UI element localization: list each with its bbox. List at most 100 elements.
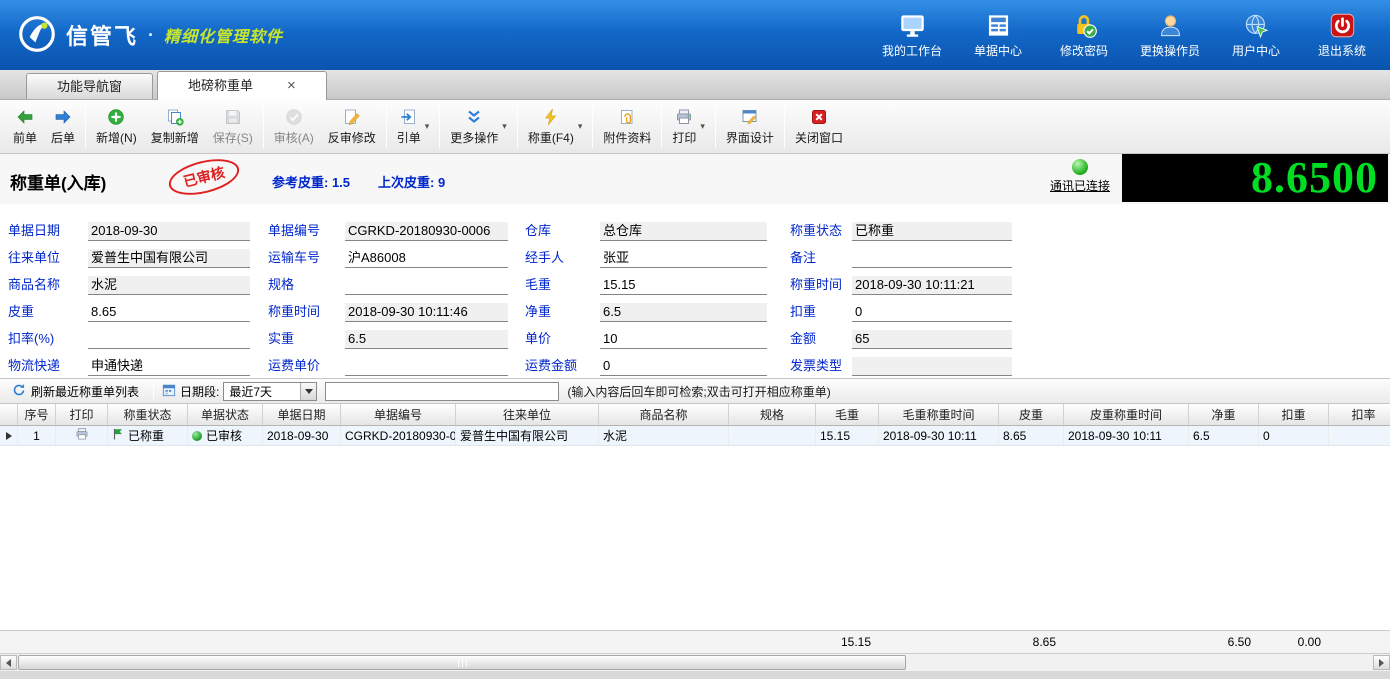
column-header-doc-date[interactable]: 单据日期 (263, 404, 341, 425)
gross-weight-field[interactable]: 15.15 (600, 276, 767, 295)
prev-doc-button[interactable]: 前单 (6, 104, 44, 149)
refresh-icon (12, 383, 26, 400)
dropdown-arrow-icon: ▾ (577, 121, 583, 131)
deduct-rate-field[interactable] (88, 330, 250, 349)
tab-weighbridge-label: 地磅称重单 (188, 78, 254, 93)
tab-weighbridge[interactable]: 地磅称重单 × (157, 71, 327, 100)
column-header-product[interactable]: 商品名称 (599, 404, 729, 425)
tab-bar: 功能导航窗 地磅称重单 × (0, 70, 1390, 100)
summary-deduct: 0.00 (1297, 635, 1321, 649)
copy-icon (166, 107, 184, 126)
document-title: 称重单(入库) (10, 174, 107, 193)
deduct-weight-field[interactable]: 0 (852, 303, 1012, 322)
cell-partner: 爱普生中国有限公司 (456, 426, 599, 445)
pull-doc-button[interactable]: 引单 ▾ (390, 104, 437, 149)
unit-price-field[interactable]: 10 (600, 330, 767, 349)
print-label: 打印 (672, 131, 697, 145)
ui-design-label: 界面设计 (725, 131, 774, 145)
product-field: 水泥 (88, 276, 250, 295)
title-bar: 信管飞 · 精细化管理软件 我的工作台 单据中心 修改密码 更换操作员 用户中心… (0, 0, 1390, 70)
warehouse-field: 总仓库 (600, 222, 767, 241)
next-doc-label: 后单 (51, 131, 76, 145)
weigh-status-text: 已称重 (128, 429, 165, 443)
change-password-button[interactable]: 修改密码 (1052, 11, 1116, 59)
column-header-partner[interactable]: 往来单位 (456, 404, 599, 425)
listbar-separator (153, 383, 155, 399)
logistics-field[interactable]: 申通快递 (88, 357, 250, 376)
column-header-weigh-status[interactable]: 称重状态 (108, 404, 188, 425)
document-center-label: 单据中心 (973, 44, 1022, 58)
scroll-left-button[interactable] (0, 655, 17, 670)
copy-new-button[interactable]: 复制新增 (144, 104, 206, 149)
column-header-net[interactable]: 净重 (1189, 404, 1259, 425)
field-label: 金额 (790, 331, 817, 346)
cell-doc-no: CGRKD-20180930-0006 (341, 426, 456, 445)
partner-field: 爱普生中国有限公司 (88, 249, 250, 268)
column-header-tare[interactable]: 皮重 (999, 404, 1064, 425)
column-header-spec[interactable]: 规格 (729, 404, 816, 425)
row-printer-icon[interactable] (75, 427, 89, 444)
date-range-select[interactable]: 最近7天 (223, 381, 318, 401)
field-label: 扣率(%) (8, 331, 55, 346)
unaudit-modify-button[interactable]: 反审修改 (321, 104, 383, 149)
field-label: 发票类型 (790, 358, 843, 373)
table-row[interactable]: 1 已称重 已审核 2018-09-30 CGRKD-20180930-0 爱普… (0, 426, 1390, 446)
print-button[interactable]: 打印 ▾ (665, 104, 712, 149)
switch-operator-button[interactable]: 更换操作员 (1138, 11, 1202, 59)
attachments-button[interactable]: 附件资料 (596, 104, 658, 149)
save-label: 保存(S) (212, 131, 253, 145)
weigh-button[interactable]: 称重(F4) ▾ (521, 104, 590, 149)
more-actions-button[interactable]: 更多操作 ▾ (443, 104, 514, 149)
save-button[interactable]: 保存(S) (206, 104, 260, 149)
window-bottom-edge (0, 671, 1390, 679)
refresh-list-label: 刷新最近称重单列表 (31, 384, 140, 399)
spec-field[interactable] (345, 276, 508, 295)
refresh-list-button[interactable]: 刷新最近称重单列表 (6, 382, 145, 401)
remark-field[interactable] (852, 249, 1012, 268)
freight-price-field[interactable] (345, 357, 508, 376)
column-header-deduct-rate[interactable]: 扣率 (1329, 404, 1390, 425)
close-window-button[interactable]: 关闭窗口 (788, 104, 850, 149)
next-doc-button[interactable]: 后单 (44, 104, 82, 149)
field-label: 单据日期 (8, 223, 61, 238)
cell-net: 6.5 (1189, 426, 1259, 445)
column-header-doc-no[interactable]: 单据编号 (341, 404, 456, 425)
column-header-gross-time[interactable]: 毛重称重时间 (879, 404, 999, 425)
horizontal-scrollbar[interactable] (0, 654, 1390, 671)
dropdown-arrow-icon: ▾ (700, 121, 705, 131)
tare-time-field: 2018-09-30 10:11:46 (345, 303, 508, 322)
titlebar-actions: 我的工作台 单据中心 修改密码 更换操作员 用户中心 退出系统 (880, 11, 1380, 59)
connection-status-icon (1071, 159, 1088, 175)
calendar-icon (162, 383, 176, 400)
search-hint: (输入内容后回车即可检索;双击可打开相应称重单) (567, 384, 831, 399)
scroll-right-button[interactable] (1373, 655, 1390, 670)
search-input[interactable] (325, 381, 560, 401)
grid-header-row: 序号 打印 称重状态 单据状态 单据日期 单据编号 往来单位 商品名称 规格 毛… (0, 404, 1390, 426)
scrollbar-thumb[interactable] (18, 655, 906, 670)
column-header-doc-status[interactable]: 单据状态 (188, 404, 263, 425)
exit-system-button[interactable]: 退出系统 (1310, 11, 1374, 59)
cell-doc-date: 2018-09-30 (263, 426, 341, 445)
column-header-tare-time[interactable]: 皮重称重时间 (1064, 404, 1189, 425)
truck-no-field[interactable]: 沪A86008 (345, 249, 508, 268)
doc-date-field: 2018-09-30 (88, 222, 250, 241)
handler-field[interactable]: 张亚 (600, 249, 767, 268)
tab-close-icon[interactable]: × (287, 78, 296, 93)
user-center-button[interactable]: 用户中心 (1224, 11, 1288, 59)
dropdown-arrow-icon: ▾ (424, 121, 430, 131)
tab-function-nav[interactable]: 功能导航窗 (26, 73, 154, 99)
import-doc-icon (400, 107, 418, 126)
column-header-print[interactable]: 打印 (56, 404, 108, 425)
freight-amount-field[interactable]: 0 (600, 357, 767, 376)
dropdown-arrow-icon: ▾ (502, 121, 507, 131)
column-header-seq[interactable]: 序号 (18, 404, 56, 425)
tare-weight-field[interactable]: 8.65 (88, 303, 250, 322)
ui-design-button[interactable]: 界面设计 (719, 104, 781, 149)
workspace-button[interactable]: 我的工作台 (880, 11, 944, 59)
document-center-button[interactable]: 单据中心 (966, 11, 1030, 59)
prev-arrow-icon (16, 107, 34, 126)
audit-button[interactable]: 审核(A) (267, 104, 321, 149)
column-header-deduct[interactable]: 扣重 (1259, 404, 1329, 425)
column-header-gross[interactable]: 毛重 (816, 404, 879, 425)
new-doc-button[interactable]: 新增(N) (89, 104, 144, 149)
